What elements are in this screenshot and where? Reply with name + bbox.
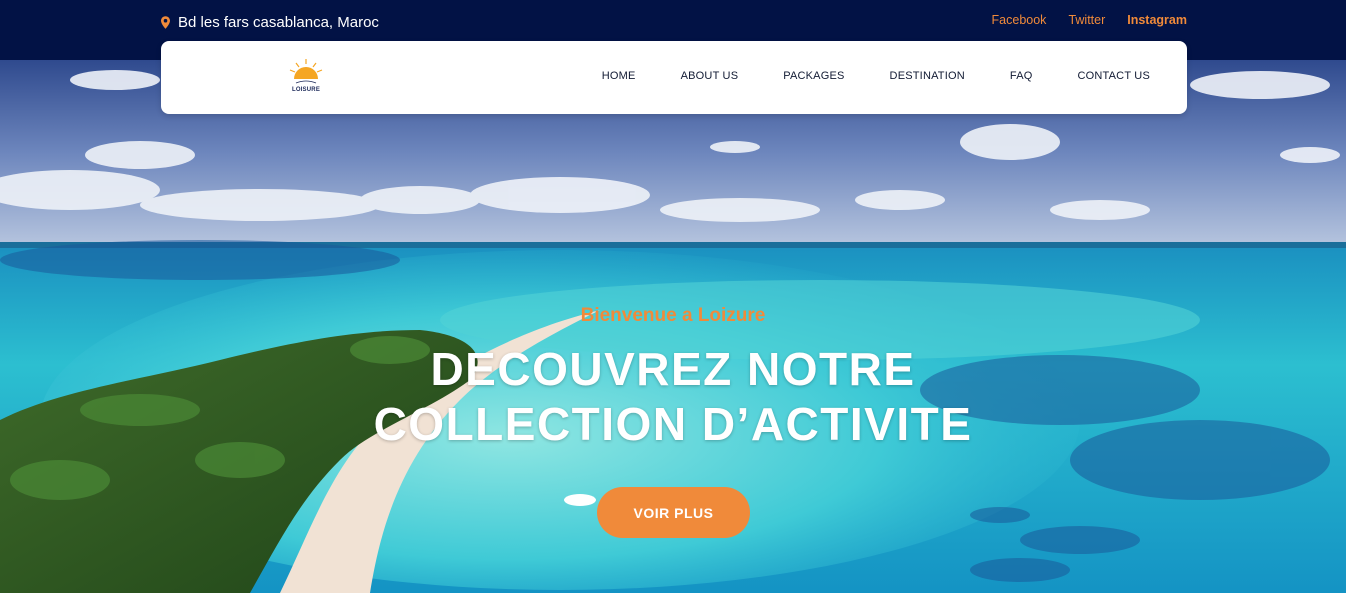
navigation-bar: LOISURE HOME ABOUT US PACKAGES DESTINATI… [161,41,1187,114]
sun-logo-icon [289,59,323,84]
hero-welcome-text: Bienvenue a Loizure [580,305,766,326]
facebook-link[interactable]: Facebook [992,13,1047,27]
social-links: Facebook Twitter Instagram [992,13,1187,27]
hero-headline-line1: DECOUVREZ NOTRE [430,343,916,395]
brand-logo[interactable]: LOISURE [287,57,325,99]
voir-plus-button[interactable]: VOIR PLUS [597,487,750,538]
twitter-link[interactable]: Twitter [1068,13,1105,27]
logo-text: LOISURE [291,87,321,93]
map-pin-icon [161,15,170,29]
nav-contact-us[interactable]: CONTACT US [1078,70,1151,82]
instagram-link[interactable]: Instagram [1127,13,1187,27]
nav-faq[interactable]: FAQ [1010,70,1033,82]
nav-destination[interactable]: DESTINATION [890,70,965,82]
address: Bd les fars casablanca, Maroc [161,12,379,32]
nav-packages[interactable]: PACKAGES [783,70,844,82]
hero-headline: DECOUVREZ NOTRE COLLECTION D’ACTIVITE [0,342,1346,452]
hero-headline-line2: COLLECTION D’ACTIVITE [373,398,973,450]
address-text: Bd les fars casablanca, Maroc [178,13,379,31]
nav-about-us[interactable]: ABOUT US [681,70,739,82]
nav-home[interactable]: HOME [602,70,636,82]
main-menu: HOME ABOUT US PACKAGES DESTINATION FAQ C… [602,70,1150,82]
